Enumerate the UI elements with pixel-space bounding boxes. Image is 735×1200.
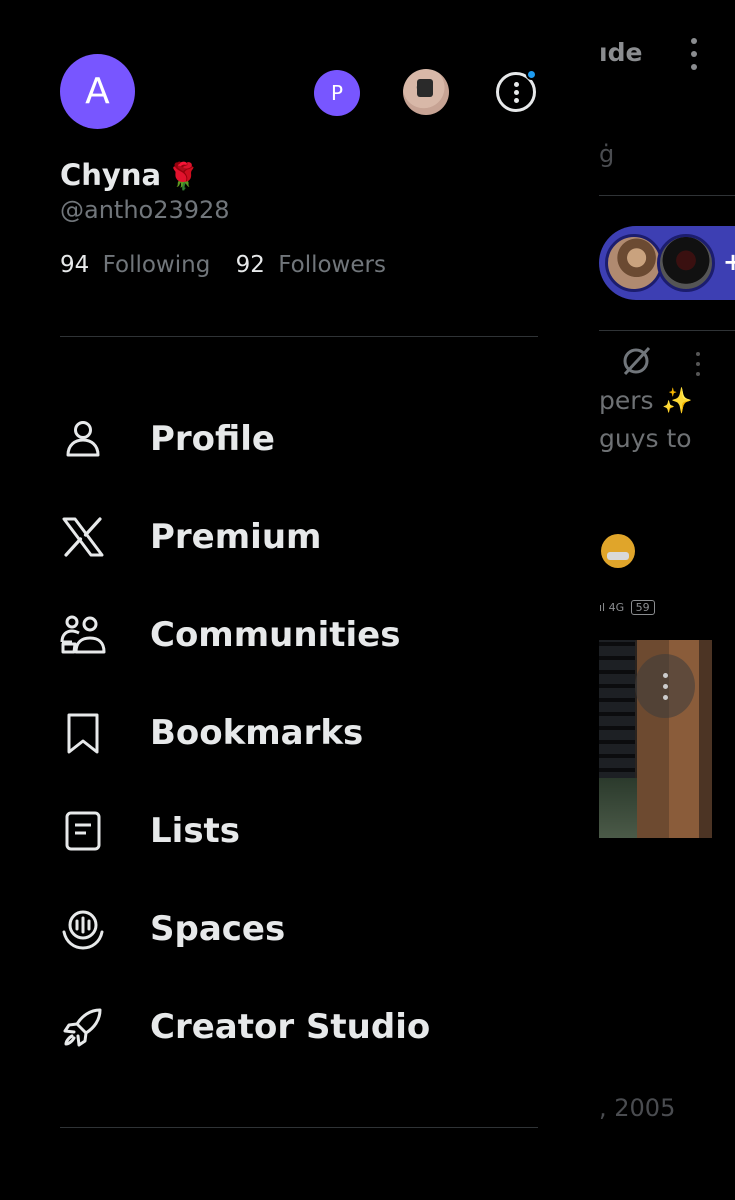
post-more-icon[interactable] (693, 350, 703, 380)
feed-header-title-fragment: ıde (599, 38, 643, 67)
communities-icon (60, 612, 106, 658)
menu-item-creator-studio[interactable]: Creator Studio (0, 978, 599, 1076)
live-spaces-bar[interactable]: + (599, 226, 735, 300)
signal-text: ıl 4G (599, 601, 625, 614)
media-more-icon[interactable] (635, 654, 695, 718)
x-logo-icon (60, 514, 106, 560)
menu-label: Creator Studio (150, 1007, 431, 1047)
following-count: 94 (60, 252, 90, 278)
user-handle: @antho23928 (60, 196, 230, 224)
sneezing-face-icon (601, 534, 635, 568)
spaces-icon (60, 906, 106, 952)
post-text-fragment: guys to (599, 424, 692, 453)
bookmark-icon (60, 710, 106, 756)
menu-item-lists[interactable]: Lists (0, 782, 599, 880)
person-icon (60, 416, 106, 462)
switch-account-photo-avatar[interactable] (403, 69, 449, 115)
menu-label: Bookmarks (150, 713, 364, 753)
battery-level: 59 (630, 600, 655, 615)
followers-count: 92 (235, 252, 265, 278)
menu-item-profile[interactable]: Profile (0, 390, 599, 488)
rocket-icon (60, 1004, 106, 1050)
menu-item-spaces[interactable]: Spaces (0, 880, 599, 978)
notification-dot (526, 69, 537, 80)
follow-stats: 94 Following 92 Followers (60, 252, 386, 278)
menu-label: Spaces (150, 909, 286, 949)
menu-item-premium[interactable]: Premium (0, 488, 599, 586)
followers-link[interactable]: 92 Followers (236, 252, 386, 278)
following-label: Following (102, 252, 211, 278)
post-text-fragment: pers ✨ (599, 386, 693, 415)
grok-slash-icon[interactable] (619, 344, 653, 378)
display-name[interactable]: Chyna 🌹 (60, 158, 199, 192)
space-host-avatar (605, 234, 663, 292)
navigation-drawer: A P Chyna 🌹 @antho23928 94 Following 92 F… (0, 0, 599, 1200)
menu-item-bookmarks[interactable]: Bookmarks (0, 684, 599, 782)
post-date-fragment: , 2005 (599, 1094, 676, 1122)
post-media-image[interactable] (599, 640, 712, 838)
menu-label: Communities (150, 615, 401, 655)
feed-divider (599, 330, 735, 331)
menu-label: Profile (150, 419, 275, 459)
rose-icon: 🌹 (167, 162, 200, 192)
followers-label: Followers (278, 252, 386, 278)
feed-more-icon[interactable] (687, 36, 701, 72)
divider (60, 1127, 538, 1128)
list-icon (60, 808, 106, 854)
screenshot-status-bar: ıl 4G 59 (599, 600, 655, 615)
switch-account-avatar[interactable]: P (314, 70, 360, 116)
drawer-menu: Profile Premium Communities Bookmarks Li… (0, 390, 599, 1076)
feed-tab-fragment: ġ (599, 140, 615, 168)
menu-item-communities[interactable]: Communities (0, 586, 599, 684)
avatar[interactable]: A (60, 54, 135, 129)
following-link[interactable]: 94 Following (60, 252, 210, 278)
background-feed: ıde ġ + pers ✨ guys to ıl 4G 59 , 2005 (599, 0, 735, 1200)
display-name-text: Chyna (60, 158, 162, 192)
plus-icon: + (723, 248, 735, 276)
divider (60, 336, 538, 337)
menu-label: Lists (150, 811, 241, 851)
menu-label: Premium (150, 517, 322, 557)
feed-divider (599, 195, 735, 196)
space-host-avatar (657, 234, 715, 292)
